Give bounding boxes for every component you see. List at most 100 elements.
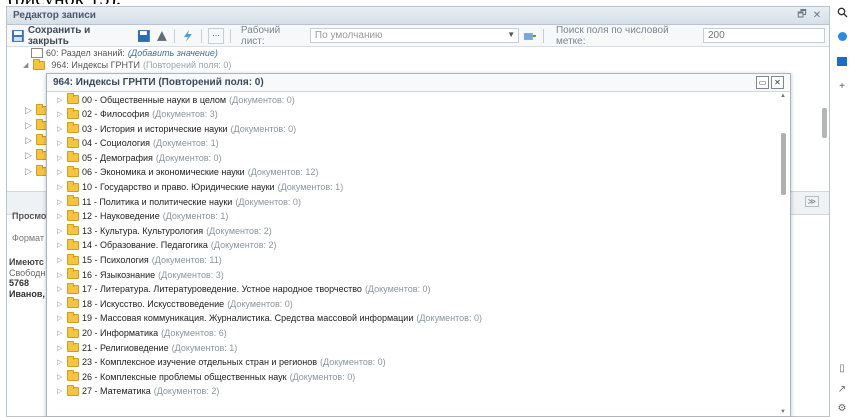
folder-icon [33,58,46,70]
lightning-icon[interactable] [181,29,195,43]
add-value-link[interactable]: (Добавить значение) [128,48,218,58]
item-label: 27 - Математика [82,386,151,397]
scroll-up-icon[interactable]: ▲ [780,93,786,99]
search-icon[interactable] [836,6,848,18]
grnti-tree-list: ▷ 00 - Общественные науки в целом (Докумен… [47,93,777,417]
item-count: (Документов: 0) [289,371,356,382]
collapse-icon[interactable]: ≫ [804,196,819,207]
grnti-tree-item[interactable]: ▷ 02 - Философия (Документов: 3) [47,107,777,121]
grnti-tree-item[interactable]: ▷ 11 - Политика и политические науки (Доку… [47,195,777,208]
grnti-tree-item[interactable]: ▷ 21 - Религиоведение (Документов: 1) [47,341,777,354]
sheet-value: По умолчанию [314,30,383,41]
grnti-tree-item[interactable]: ▷ 13 - Культура. Культурология (Документов… [47,224,777,237]
expand-icon[interactable]: ▷ [57,198,65,206]
folder-icon [67,224,79,236]
sheet-icon[interactable] [155,29,169,43]
grnti-tree-item[interactable]: ▷ 00 - Общественные науки в целом (Докумен… [47,93,777,106]
item-label: 16 - Языкознание [82,269,156,280]
expand-icon[interactable]: ▷ [57,285,65,293]
expand-icon[interactable]: ▷ [57,125,65,133]
expand-icon[interactable]: ▷ [57,110,65,118]
close-icon[interactable]: ✕ [811,10,823,22]
save-icon [11,29,24,42]
folder-icon [67,209,79,221]
expand-icon[interactable]: ▷ [57,241,65,249]
scroll-down-icon[interactable]: ▼ [780,409,786,415]
expand-icon[interactable]: ▷ [57,227,65,235]
expand-icon[interactable]: ▷ [57,387,65,395]
view-panel-title: Просмо [12,211,47,221]
expand-icon[interactable]: ▷ [57,358,65,366]
field-60-label: 60: Раздел знаний: [46,48,125,58]
expand-icon[interactable]: ▷ [57,183,65,191]
expand-icon[interactable]: ▷ [57,314,65,322]
folder-icon [67,326,79,338]
expand-icon[interactable]: ▷ [57,139,65,147]
ellipsis-icon[interactable]: … [208,27,224,44]
expand-icon[interactable]: ▷ [57,96,65,104]
app-icon-blue[interactable] [836,30,848,42]
save-and-close-button[interactable]: Сохранить и закрыть [11,25,133,47]
field-964-label: 964: Индексы ГРНТИ [51,60,140,70]
expand-icon[interactable]: ▷ [57,373,65,381]
folder-icon [67,180,79,192]
panel-icon[interactable]: ▯ [836,362,848,374]
settings-icon[interactable]: ⚙ [836,402,848,414]
item-count: (Документов: 11) [151,255,222,266]
external-link-icon[interactable]: ↗ [836,383,848,395]
item-count: (Документов: 1) [153,138,219,149]
scroll-thumb[interactable] [781,133,786,195]
field-964-count: (Повторений поля: 0) [142,60,232,70]
grnti-tree-item[interactable]: ▷ 18 - Искусство. Искусствоведение (Докуме… [47,297,777,310]
disk-icon[interactable] [137,29,151,43]
expand-icon[interactable]: ▷ [57,300,65,308]
expand-icon[interactable]: ▷ [57,329,65,337]
expand-icon[interactable]: ▷ [57,154,65,162]
format-label: Формат [12,233,44,243]
grnti-tree-item[interactable]: ▷ 04 - Социология (Документов: 1) [47,136,777,150]
item-count: (Документов: 1) [162,211,229,222]
item-count: (Документов: 6) [161,328,227,338]
grnti-tree-item[interactable]: ▷ 14 - Образование. Педагогика (Документов… [47,238,777,252]
tag-search-input[interactable] [703,28,825,43]
expand-icon: ▷ [25,166,32,176]
grnti-tree-item[interactable]: ▷ 16 - Языкознание (Документов: 3) [47,268,777,281]
close-icon[interactable]: ✕ [771,76,784,89]
grnti-tree-item[interactable]: ▷ 19 - Массовая коммуникация. Журналистик… [47,311,777,325]
expand-icon[interactable]: ▷ [57,344,65,352]
expand-icon[interactable]: ▷ [57,271,65,279]
record-scrollbar[interactable] [821,48,829,183]
expand-icon[interactable]: ▷ [57,168,65,176]
expand-icon[interactable]: ▷ [57,212,65,220]
item-label: 20 - Информатика [82,328,159,338]
filter-icon[interactable] [523,29,537,43]
folder-icon [67,238,79,250]
grnti-tree-item[interactable]: ▷ 10 - Государство и право. Юридические н… [47,180,777,194]
maximize-icon[interactable]: ▭ [756,76,769,89]
field-964-row[interactable]: ◢ 964: Индексы ГРНТИ (Повторений поля: 0… [23,58,232,70]
record-number: 5768 [9,278,30,288]
scroll-thumb[interactable] [822,108,827,138]
grnti-tree-item[interactable]: ▷ 26 - Комплексные проблемы общественных … [47,370,777,383]
grnti-tree-item[interactable]: ▷ 15 - Психология (Документов: 11) [47,253,777,267]
grnti-tree-item[interactable]: ▷ 03 - История и исторические науки (Докум… [47,122,777,135]
grnti-tree-item[interactable]: ▷ 05 - Демография (Документов: 0) [47,151,777,164]
expand-icon[interactable]: ▷ [57,256,65,264]
grnti-tree-item[interactable]: ▷ 06 - Экономика и экономические науки (До… [47,165,777,179]
grnti-tree-item[interactable]: ▷ 20 - Информатика (Документов: 6) [47,326,777,340]
grnti-tree-item[interactable]: ▷ 17 - Литература. Литературоведение. Уст… [47,282,777,296]
outlook-icon[interactable] [836,55,848,67]
grnti-tree-item[interactable]: ▷ 23 - Комплексное изучение отдельных стр… [47,355,777,369]
sheet-select[interactable]: По умолчанию ▼ [309,28,520,43]
item-count: (Документов: 0) [235,196,301,207]
restore-icon[interactable]: 🗗 [796,9,808,22]
expand-icon: ◢ [23,62,29,69]
item-label: 06 - Экономика и экономические науки [82,167,245,178]
grnti-tree-item[interactable]: ▷ 27 - Математика (Документов: 2) [47,384,777,398]
search-label: Поиск поля по числовой метке: [555,24,669,47]
popup-scrollbar[interactable]: ▲ ▼ [780,93,788,415]
field-60-row[interactable]: 60: Раздел знаний: (Добавить значение) [31,48,218,58]
folder-icon [67,297,79,309]
add-icon[interactable]: + [836,80,848,92]
grnti-tree-item[interactable]: ▷ 12 - Науковедение (Документов: 1) [47,209,777,223]
